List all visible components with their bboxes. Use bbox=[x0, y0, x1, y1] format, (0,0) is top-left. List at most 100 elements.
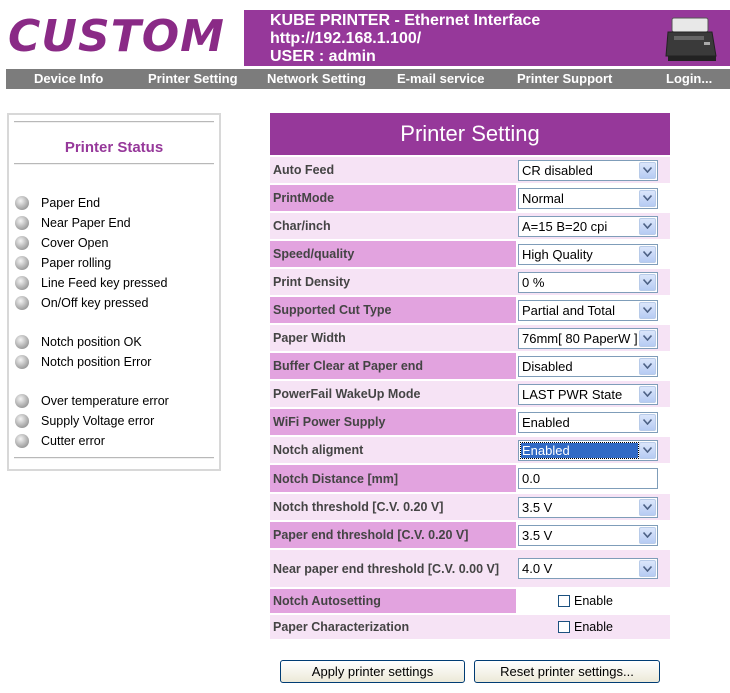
setting-row-cut-type: Supported Cut Type Partial and Total bbox=[270, 297, 670, 323]
status-led-icon bbox=[15, 256, 29, 270]
status-led-icon bbox=[15, 216, 29, 230]
setting-row-notch-threshold: Notch threshold [C.V. 0.20 V] 3.5 V bbox=[270, 494, 670, 520]
select-value: Partial and Total bbox=[522, 302, 615, 318]
printer-status-panel: Printer Status Paper End Near Paper End … bbox=[7, 113, 221, 471]
buffer-clear-select[interactable]: Disabled bbox=[518, 355, 658, 377]
chevron-down-icon[interactable] bbox=[639, 329, 656, 347]
nav-printer-support[interactable]: Printer Support bbox=[517, 71, 612, 86]
setting-label: Print Density bbox=[270, 269, 516, 295]
setting-row-print-mode: PrintMode Normal bbox=[270, 185, 670, 211]
checkbox-label: Enable bbox=[574, 594, 613, 608]
banner-user: USER : admin bbox=[270, 48, 376, 65]
setting-label: WiFi Power Supply bbox=[270, 409, 516, 435]
paper-end-threshold-select[interactable]: 3.5 V bbox=[518, 524, 658, 546]
status-led-icon bbox=[15, 296, 29, 310]
status-cutter-error: Cutter error bbox=[15, 433, 105, 449]
print-density-select[interactable]: 0 % bbox=[518, 271, 658, 293]
notch-threshold-select[interactable]: 3.5 V bbox=[518, 496, 658, 518]
status-led-icon bbox=[15, 196, 29, 210]
status-led-icon bbox=[15, 434, 29, 448]
status-led-icon bbox=[15, 394, 29, 408]
nav-email-service[interactable]: E-mail service bbox=[397, 71, 484, 86]
status-cover-open: Cover Open bbox=[15, 235, 108, 251]
setting-row-char-inch: Char/inch A=15 B=20 cpi bbox=[270, 213, 670, 239]
banner-url: http://192.168.1.100/ bbox=[270, 30, 422, 47]
chevron-down-icon[interactable] bbox=[639, 273, 656, 291]
chevron-down-icon[interactable] bbox=[639, 245, 656, 263]
char-inch-select[interactable]: A=15 B=20 cpi bbox=[518, 215, 658, 237]
status-led-icon bbox=[15, 355, 29, 369]
paper-width-select[interactable]: 76mm[ 80 PaperW ] bbox=[518, 327, 658, 349]
setting-label: Supported Cut Type bbox=[270, 297, 516, 323]
notch-distance-input[interactable]: 0.0 bbox=[518, 468, 658, 489]
chevron-down-icon[interactable] bbox=[639, 498, 656, 516]
nav-printer-setting[interactable]: Printer Setting bbox=[148, 71, 238, 86]
status-near-paper-end: Near Paper End bbox=[15, 215, 131, 231]
chevron-down-icon[interactable] bbox=[639, 526, 656, 544]
chevron-down-icon[interactable] bbox=[639, 413, 656, 431]
divider bbox=[14, 457, 214, 459]
nav-login[interactable]: Login... bbox=[666, 71, 712, 86]
auto-feed-select[interactable]: CR disabled bbox=[518, 159, 658, 181]
setting-label: Near paper end threshold [C.V. 0.00 V] bbox=[270, 550, 516, 587]
setting-label: Auto Feed bbox=[270, 157, 516, 183]
nav-network-setting[interactable]: Network Setting bbox=[267, 71, 366, 86]
setting-control-cell: 0 % bbox=[516, 269, 670, 295]
select-value: 4.0 V bbox=[522, 561, 553, 576]
cut-type-select[interactable]: Partial and Total bbox=[518, 299, 658, 321]
select-value: Enabled bbox=[520, 441, 639, 459]
select-value: Normal bbox=[522, 190, 564, 206]
powerfail-wakeup-select[interactable]: LAST PWR State bbox=[518, 383, 658, 405]
chevron-down-icon[interactable] bbox=[639, 161, 656, 179]
select-value: 3.5 V bbox=[522, 499, 553, 515]
notch-alignment-select[interactable]: Enabled bbox=[518, 439, 658, 461]
divider bbox=[14, 163, 214, 165]
setting-label: Paper end threshold [C.V. 0.20 V] bbox=[270, 522, 516, 548]
select-value: CR disabled bbox=[522, 162, 593, 178]
chevron-down-icon[interactable] bbox=[639, 385, 656, 403]
status-supply-voltage: Supply Voltage error bbox=[15, 413, 154, 429]
wifi-power-supply-select[interactable]: Enabled bbox=[518, 411, 658, 433]
setting-control-cell: Enable bbox=[516, 589, 670, 613]
status-led-icon bbox=[15, 414, 29, 428]
chevron-down-icon[interactable] bbox=[639, 441, 656, 459]
status-paper-end: Paper End bbox=[15, 195, 100, 211]
divider bbox=[14, 121, 214, 123]
setting-row-notch-distance: Notch Distance [mm] 0.0 bbox=[270, 465, 670, 492]
setting-control-cell: 76mm[ 80 PaperW ] bbox=[516, 325, 670, 351]
logo-text: CUSTOM bbox=[8, 11, 225, 62]
nav-device-info[interactable]: Device Info bbox=[34, 71, 103, 86]
chevron-down-icon[interactable] bbox=[639, 217, 656, 235]
setting-label: Paper Characterization bbox=[270, 615, 516, 639]
chevron-down-icon[interactable] bbox=[639, 301, 656, 319]
select-value: Enabled bbox=[522, 414, 570, 430]
setting-control-cell: 3.5 V bbox=[516, 522, 670, 548]
setting-label: Paper Width bbox=[270, 325, 516, 351]
notch-autosetting-checkbox[interactable] bbox=[558, 595, 570, 607]
speed-quality-select[interactable]: High Quality bbox=[518, 243, 658, 265]
custom-logo: CUSTOM bbox=[8, 8, 240, 66]
print-mode-select[interactable]: Normal bbox=[518, 187, 658, 209]
printer-icon bbox=[665, 17, 717, 61]
chevron-down-icon[interactable] bbox=[639, 189, 656, 207]
setting-control-cell: Disabled bbox=[516, 353, 670, 379]
setting-label: Notch aligment bbox=[270, 437, 516, 463]
reset-settings-button[interactable]: Reset printer settings... bbox=[474, 660, 660, 683]
setting-row-powerfail-wakeup: PowerFail WakeUp Mode LAST PWR State bbox=[270, 381, 670, 407]
near-paper-end-threshold-select[interactable]: 4.0 V bbox=[518, 558, 658, 579]
setting-label: Buffer Clear at Paper end bbox=[270, 353, 516, 379]
setting-control-cell: Enable bbox=[516, 615, 670, 639]
paper-characterization-checkbox[interactable] bbox=[558, 621, 570, 633]
setting-control-cell: 4.0 V bbox=[516, 550, 670, 587]
status-title: Printer Status bbox=[64, 139, 164, 156]
setting-label: Notch threshold [C.V. 0.20 V] bbox=[270, 494, 516, 520]
setting-row-notch-autosetting: Notch Autosetting Enable bbox=[270, 589, 670, 613]
setting-row-near-paper-end-threshold: Near paper end threshold [C.V. 0.00 V] 4.… bbox=[270, 550, 670, 587]
apply-settings-button[interactable]: Apply printer settings bbox=[280, 660, 465, 683]
status-paper-rolling: Paper rolling bbox=[15, 255, 111, 271]
chevron-down-icon[interactable] bbox=[639, 560, 656, 577]
setting-label: PowerFail WakeUp Mode bbox=[270, 381, 516, 407]
chevron-down-icon[interactable] bbox=[639, 357, 656, 375]
select-value: A=15 B=20 cpi bbox=[522, 218, 608, 234]
setting-control-cell: CR disabled bbox=[516, 157, 670, 183]
